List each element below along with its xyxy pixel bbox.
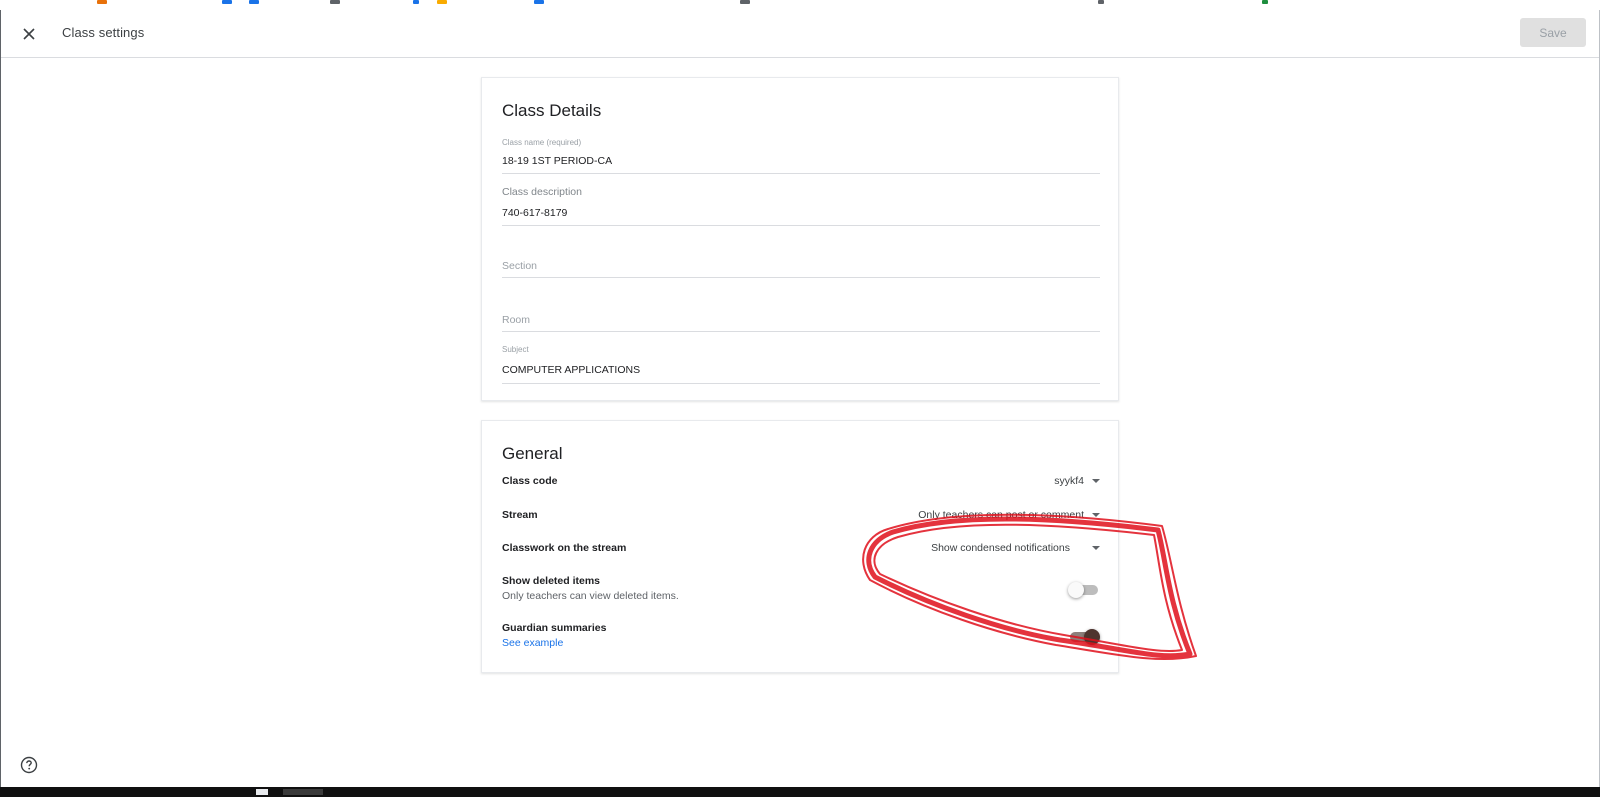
classwork-on-stream-dropdown[interactable]: Show condensed notifications <box>931 542 1100 554</box>
show-deleted-row: Show deleted items Only teachers can vie… <box>502 575 1100 607</box>
subject-value: COMPUTER APPLICATIONS <box>502 364 641 376</box>
subject-label: Subject <box>502 345 529 354</box>
classwork-on-stream-label: Classwork on the stream <box>502 542 627 554</box>
class-name-label: Class name (required) <box>502 138 582 147</box>
guardian-summaries-toggle[interactable] <box>1068 628 1100 646</box>
show-deleted-toggle[interactable] <box>1068 581 1100 599</box>
class-description-field[interactable]: Class description 740-617-8179 <box>502 183 1100 226</box>
class-name-field[interactable]: Class name (required) 18-19 1ST PERIOD-C… <box>502 133 1100 174</box>
classwork-on-stream-value: Show condensed notifications <box>931 542 1070 554</box>
os-taskbar <box>0 787 1600 797</box>
room-placeholder: Room <box>502 314 531 326</box>
general-title: General <box>502 444 563 463</box>
class-code-row: Class code syykf4 <box>502 475 1100 495</box>
taskbar-item[interactable] <box>283 789 323 795</box>
show-deleted-description: Only teachers can view deleted items. <box>502 590 679 602</box>
classwork-on-stream-row: Classwork on the stream Show condensed n… <box>502 542 1100 562</box>
section-field[interactable]: Section <box>502 235 1100 278</box>
toggle-thumb <box>1068 582 1084 598</box>
guardian-summaries-label: Guardian summaries <box>502 622 607 634</box>
see-example-link[interactable]: See example <box>502 637 563 649</box>
top-app-bar: Class settings Save <box>1 10 1599 58</box>
chevron-down-icon <box>1092 479 1100 483</box>
stream-dropdown[interactable]: Only teachers can post or comment <box>918 509 1100 521</box>
class-code-dropdown[interactable]: syykf4 <box>1054 475 1100 487</box>
class-details-card: Class Details Class name (required) 18-1… <box>481 77 1119 401</box>
guardian-summaries-row: Guardian summaries See example <box>502 622 1100 654</box>
show-deleted-label: Show deleted items <box>502 575 601 587</box>
stream-row: Stream Only teachers can post or comment <box>502 509 1100 529</box>
stream-value: Only teachers can post or comment <box>918 509 1084 521</box>
section-placeholder: Section <box>502 260 538 272</box>
class-details-title: Class Details <box>502 101 602 120</box>
page-title: Class settings <box>62 25 145 40</box>
class-name-value: 18-19 1ST PERIOD-CA <box>502 155 613 167</box>
window-frame-left <box>0 10 1 787</box>
taskbar-item[interactable] <box>256 789 268 795</box>
subject-field[interactable]: Subject COMPUTER APPLICATIONS <box>502 342 1100 384</box>
class-code-value: syykf4 <box>1054 475 1084 487</box>
close-icon <box>23 28 35 40</box>
close-button[interactable] <box>17 22 41 46</box>
toggle-thumb <box>1084 629 1100 645</box>
chevron-down-icon <box>1092 513 1100 517</box>
help-circle-icon <box>20 756 38 774</box>
room-field[interactable]: Room <box>502 288 1100 332</box>
help-button[interactable] <box>20 756 38 774</box>
chevron-down-icon <box>1092 546 1100 550</box>
class-code-label: Class code <box>502 475 558 487</box>
stream-label: Stream <box>502 509 538 521</box>
class-description-value: 740-617-8179 <box>502 207 568 219</box>
save-button[interactable]: Save <box>1520 18 1586 47</box>
general-card: General Class code syykf4 Stream Only te… <box>481 420 1119 673</box>
class-description-label: Class description <box>502 186 582 198</box>
